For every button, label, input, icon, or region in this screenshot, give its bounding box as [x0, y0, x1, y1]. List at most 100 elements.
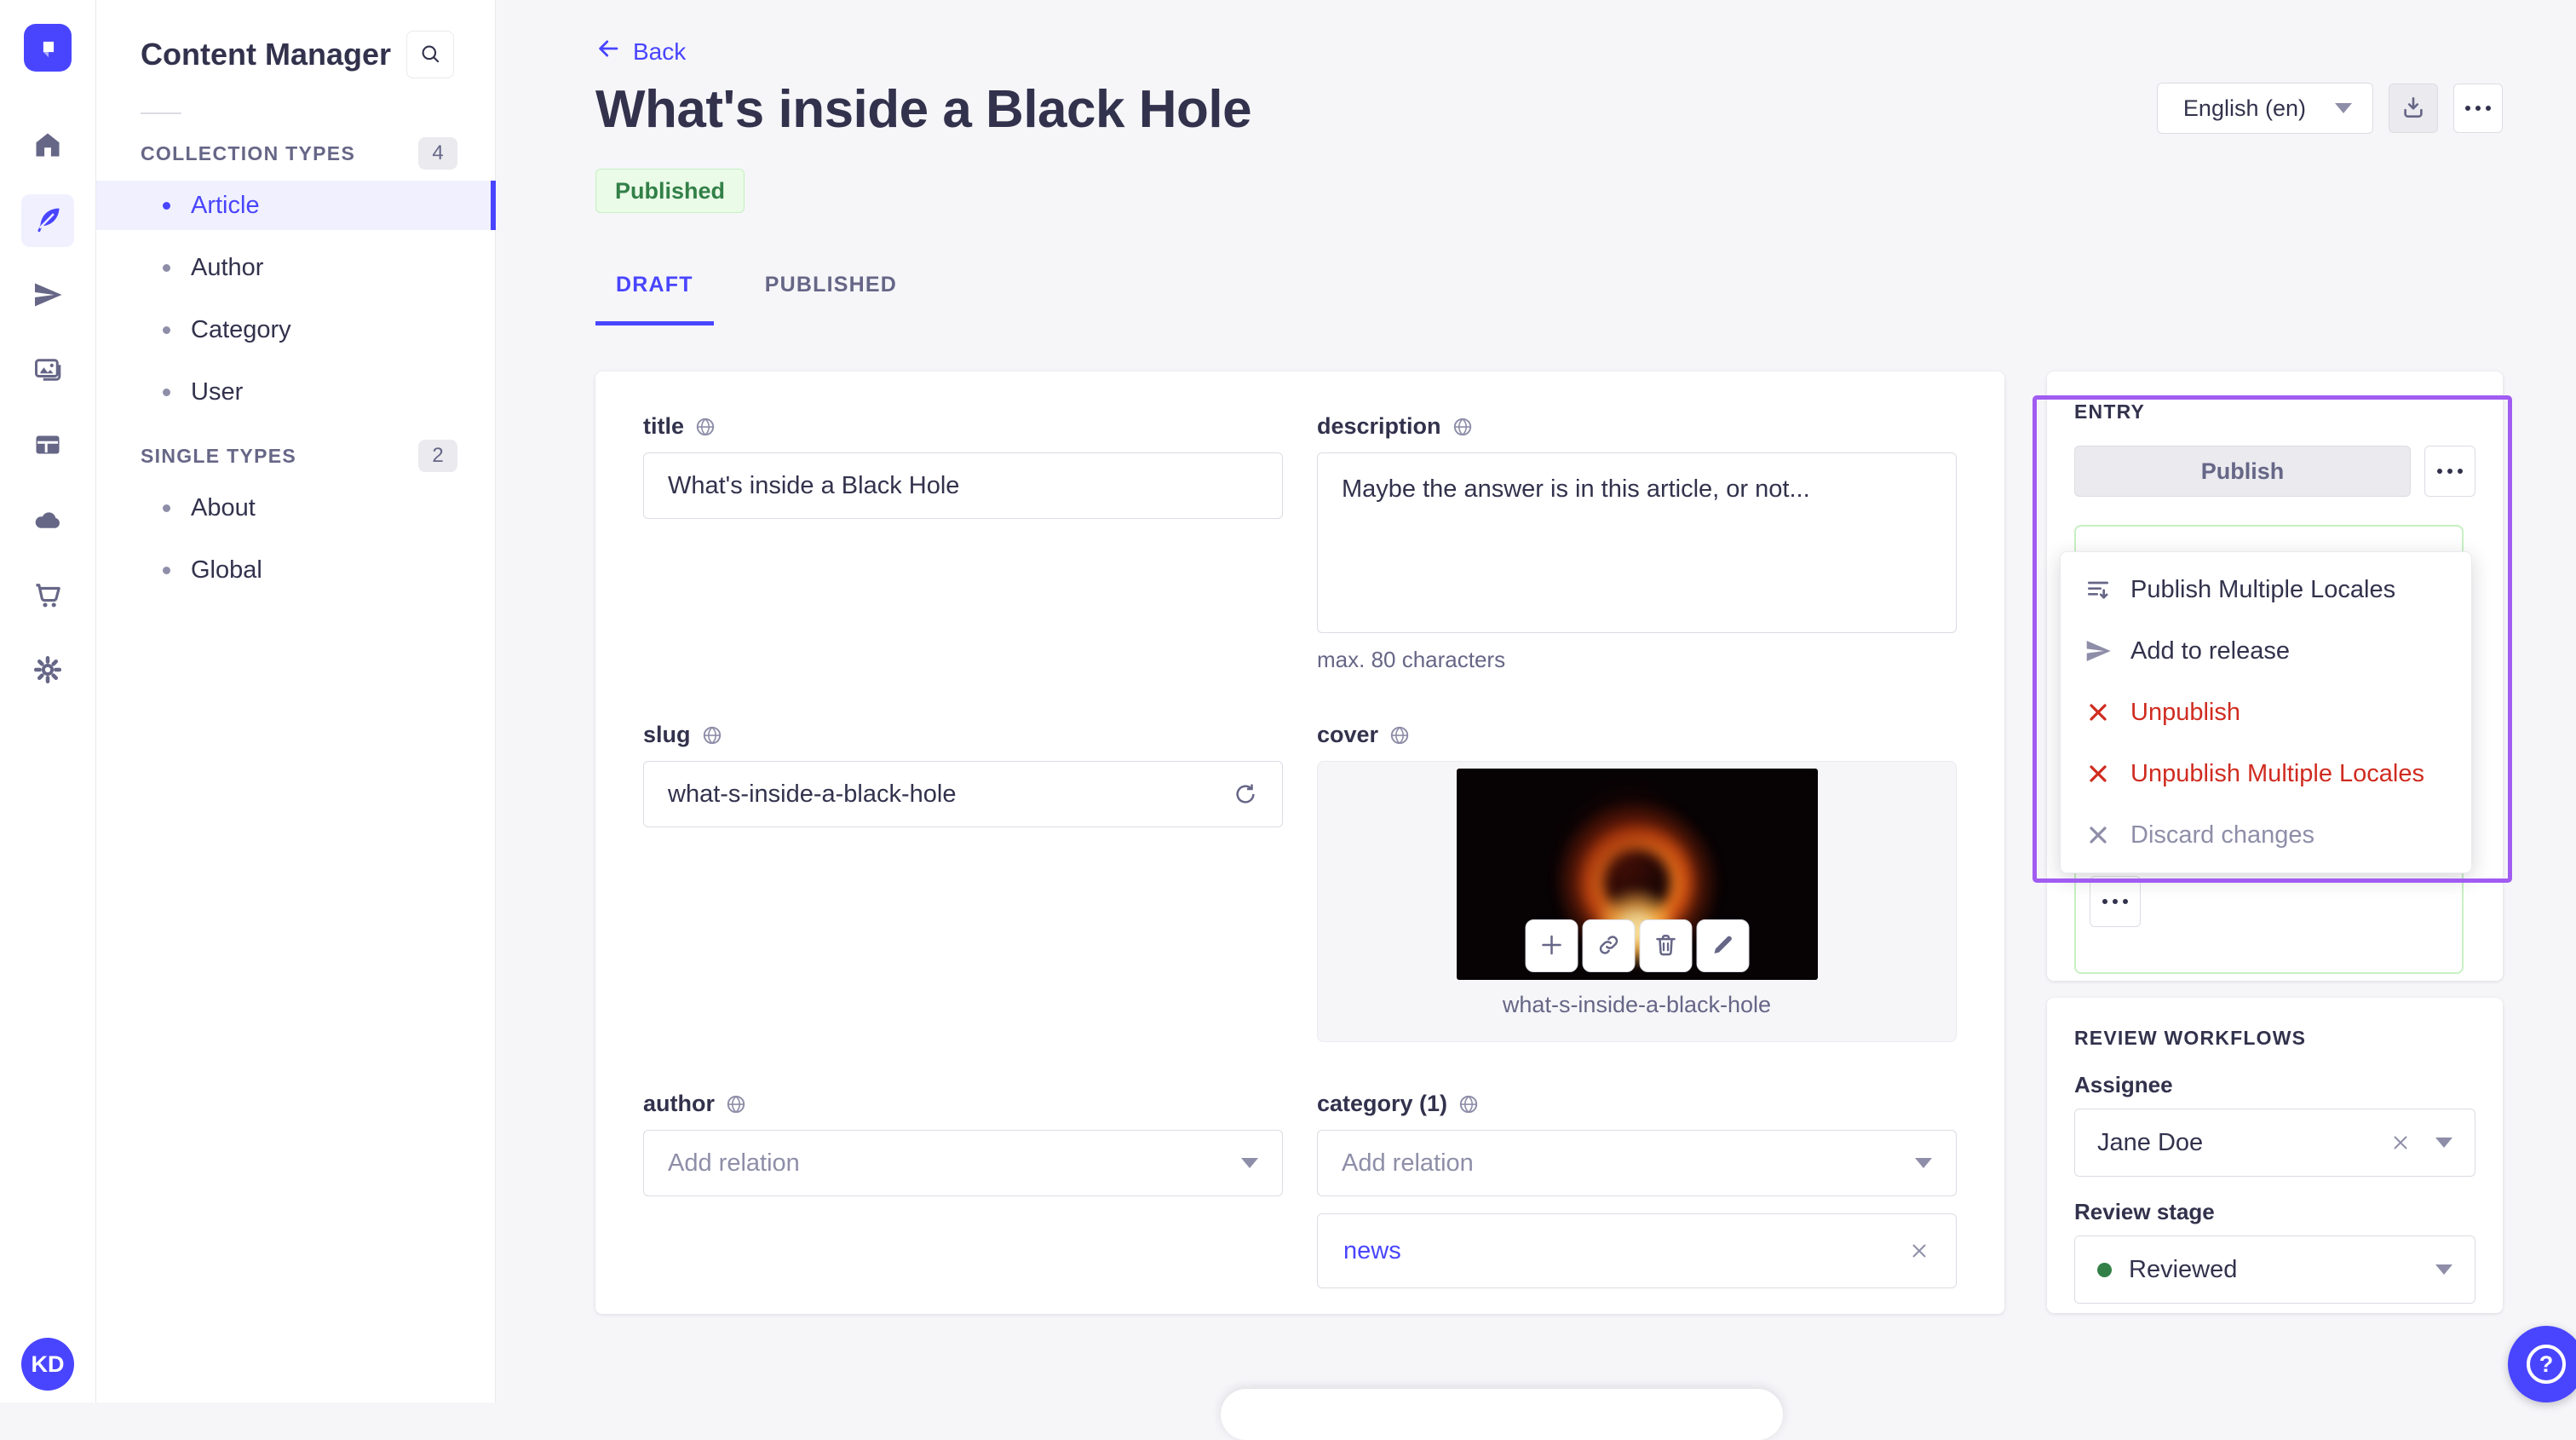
- cover-caption: what-s-inside-a-black-hole: [1502, 992, 1772, 1017]
- list-plus-icon: [2084, 576, 2112, 603]
- regenerate-icon[interactable]: [1233, 781, 1258, 807]
- strapi-logo[interactable]: [24, 24, 72, 72]
- cover-field: cover what-s-inside-a-black-hole: [1317, 721, 1957, 1042]
- cover-label: cover: [1317, 722, 1379, 747]
- strapi-logo-icon: [43, 41, 55, 58]
- cover-delete-button[interactable]: [1639, 919, 1692, 972]
- relation-link-news[interactable]: news: [1343, 1237, 1401, 1265]
- clear-assignee-icon[interactable]: [2389, 1132, 2412, 1154]
- nav-content-type-builder-button[interactable]: [21, 419, 74, 472]
- author-placeholder: Add relation: [668, 1149, 800, 1177]
- bullet-icon: [163, 388, 170, 396]
- author-relation-select[interactable]: Add relation: [643, 1130, 1283, 1196]
- nav-marketplace-button[interactable]: [21, 569, 74, 622]
- cart-icon: [32, 579, 63, 613]
- sidebar-item-label: Article: [191, 191, 260, 219]
- search-button[interactable]: [406, 31, 454, 78]
- cover-actions: [1525, 919, 1749, 972]
- remove-relation-icon[interactable]: [1908, 1240, 1930, 1262]
- cover-image: [1456, 769, 1818, 980]
- category-relation-item: news: [1317, 1213, 1957, 1288]
- nav-settings-button[interactable]: [21, 644, 74, 697]
- assignee-select[interactable]: Jane Doe: [2074, 1109, 2475, 1177]
- tab-draft[interactable]: DRAFT: [595, 264, 714, 325]
- more-icon: [2463, 106, 2493, 111]
- header-more-button[interactable]: [2453, 84, 2503, 133]
- menu-item-publish-multiple-locales[interactable]: Publish Multiple Locales: [2061, 559, 2471, 620]
- sidebar-item-label: Category: [191, 315, 291, 343]
- cover-edit-button[interactable]: [1696, 919, 1749, 972]
- sidebar-item-author[interactable]: Author: [96, 243, 495, 292]
- cover-add-button[interactable]: [1525, 919, 1578, 972]
- header-controls: English (en): [2156, 83, 2503, 134]
- title-label: title: [643, 413, 685, 439]
- nav-content-manager-button[interactable]: [21, 194, 74, 247]
- globe-icon: [1458, 1093, 1480, 1115]
- menu-item-label: Publish Multiple Locales: [2130, 575, 2396, 603]
- entry-more-button[interactable]: [2424, 446, 2475, 497]
- review-stage-select[interactable]: Reviewed: [2074, 1236, 2475, 1304]
- gear-icon: [32, 654, 63, 688]
- stage-status-dot: [2097, 1262, 2112, 1277]
- menu-item-label: Discard changes: [2130, 821, 2314, 849]
- author-label: author: [643, 1091, 715, 1116]
- bullet-icon: [163, 504, 170, 512]
- nav-media-library-button[interactable]: [21, 344, 74, 397]
- sidebar-item-user[interactable]: User: [96, 367, 495, 417]
- help-button[interactable]: ?: [2508, 1326, 2576, 1403]
- nav-cloud-button[interactable]: [21, 494, 74, 547]
- divider: [141, 112, 181, 114]
- nav-releases-button[interactable]: [21, 269, 74, 322]
- bullet-icon: [163, 566, 170, 574]
- publish-button[interactable]: Publish: [2074, 446, 2411, 497]
- nav-home-button[interactable]: [21, 119, 74, 172]
- sidebar-item-global[interactable]: Global: [96, 545, 495, 595]
- bullet-icon: [163, 263, 170, 272]
- release-more-button[interactable]: [2090, 876, 2141, 927]
- nav-icon-list: [21, 119, 74, 697]
- description-textarea[interactable]: Maybe the answer is in this article, or …: [1317, 452, 1957, 633]
- title-input[interactable]: What's inside a Black Hole: [643, 452, 1283, 519]
- page-title: What's inside a Black Hole: [595, 80, 1252, 139]
- app-root: KD Content Manager COLLECTION TYPES 4 Ar…: [0, 0, 2576, 1440]
- chevron-down-icon: [2435, 1138, 2452, 1148]
- menu-item-discard-changes[interactable]: Discard changes: [2061, 804, 2471, 866]
- paper-plane-icon: [2084, 637, 2112, 665]
- collection-types-count: 4: [418, 137, 457, 170]
- home-icon: [32, 130, 63, 163]
- paper-plane-icon: [32, 279, 63, 313]
- single-types-count: 2: [418, 440, 457, 472]
- media-icon: [32, 354, 63, 388]
- locale-select[interactable]: English (en): [2156, 83, 2373, 134]
- menu-item-unpublish[interactable]: Unpublish: [2061, 682, 2471, 743]
- sidebar-item-label: Author: [191, 253, 264, 281]
- collection-types-list: Article Author Category User: [96, 181, 496, 417]
- tab-published[interactable]: PUBLISHED: [745, 264, 917, 305]
- edit-form-card: title What's inside a Black Hole descrip…: [595, 372, 2004, 1314]
- export-button[interactable]: [2389, 84, 2438, 133]
- sidebar-item-label: Global: [191, 556, 262, 584]
- x-icon: [2084, 821, 2112, 849]
- menu-item-label: Unpublish: [2130, 698, 2240, 726]
- sidebar-item-about[interactable]: About: [96, 483, 495, 533]
- question-mark-icon: ?: [2527, 1345, 2566, 1384]
- menu-item-label: Unpublish Multiple Locales: [2130, 759, 2424, 787]
- cover-copy-link-button[interactable]: [1582, 919, 1635, 972]
- slug-input[interactable]: what-s-inside-a-black-hole: [643, 761, 1283, 827]
- slug-label: slug: [643, 722, 691, 747]
- description-value: Maybe the answer is in this article, or …: [1342, 475, 1810, 503]
- title-field: title What's inside a Black Hole: [643, 412, 1283, 519]
- menu-item-add-to-release[interactable]: Add to release: [2061, 620, 2471, 682]
- more-icon: [2100, 899, 2130, 904]
- category-relation-select[interactable]: Add relation: [1317, 1130, 1957, 1196]
- avatar[interactable]: KD: [21, 1338, 74, 1391]
- sidebar-item-article[interactable]: Article: [96, 181, 496, 230]
- review-stage-label: Review stage: [2074, 1199, 2215, 1224]
- back-link[interactable]: Back: [595, 36, 686, 67]
- menu-item-unpublish-multiple-locales[interactable]: Unpublish Multiple Locales: [2061, 743, 2471, 804]
- description-field: description Maybe the answer is in this …: [1317, 412, 1957, 673]
- sidebar-item-category[interactable]: Category: [96, 305, 495, 354]
- review-panel-title: REVIEW WORKFLOWS: [2074, 1027, 2307, 1049]
- category-label: category (1): [1317, 1091, 1448, 1116]
- slug-field: slug what-s-inside-a-black-hole: [643, 721, 1283, 827]
